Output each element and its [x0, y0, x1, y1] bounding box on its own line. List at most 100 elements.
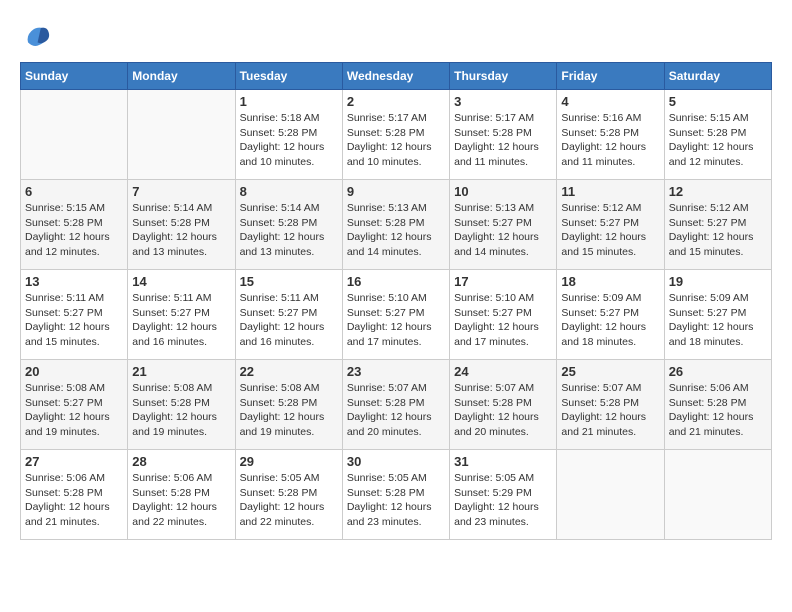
day-detail: Sunrise: 5:07 AM Sunset: 5:28 PM Dayligh… — [454, 381, 552, 440]
day-detail: Sunrise: 5:14 AM Sunset: 5:28 PM Dayligh… — [240, 201, 338, 260]
day-number: 16 — [347, 274, 445, 289]
day-detail: Sunrise: 5:07 AM Sunset: 5:28 PM Dayligh… — [561, 381, 659, 440]
day-detail: Sunrise: 5:17 AM Sunset: 5:28 PM Dayligh… — [347, 111, 445, 170]
day-number: 2 — [347, 94, 445, 109]
day-detail: Sunrise: 5:18 AM Sunset: 5:28 PM Dayligh… — [240, 111, 338, 170]
day-detail: Sunrise: 5:06 AM Sunset: 5:28 PM Dayligh… — [132, 471, 230, 530]
day-detail: Sunrise: 5:11 AM Sunset: 5:27 PM Dayligh… — [25, 291, 123, 350]
day-detail: Sunrise: 5:08 AM Sunset: 5:28 PM Dayligh… — [132, 381, 230, 440]
calendar-cell: 8 Sunrise: 5:14 AM Sunset: 5:28 PM Daylig… — [235, 180, 342, 270]
day-detail: Sunrise: 5:07 AM Sunset: 5:28 PM Dayligh… — [347, 381, 445, 440]
day-number: 3 — [454, 94, 552, 109]
day-number: 31 — [454, 454, 552, 469]
calendar-cell: 12Sunrise: 5:12 AM Sunset: 5:27 PM Dayli… — [664, 180, 771, 270]
day-number: 18 — [561, 274, 659, 289]
calendar-week-0: 1 Sunrise: 5:18 AM Sunset: 5:28 PM Daylig… — [21, 90, 772, 180]
weekday-saturday: Saturday — [664, 63, 771, 90]
day-number: 1 — [240, 94, 338, 109]
day-detail: Sunrise: 5:05 AM Sunset: 5:29 PM Dayligh… — [454, 471, 552, 530]
day-number: 9 — [347, 184, 445, 199]
calendar-cell: 23 Sunrise: 5:07 AM Sunset: 5:28 PM Dayli… — [342, 360, 449, 450]
calendar-cell — [557, 450, 664, 540]
day-number: 7 — [132, 184, 230, 199]
day-number: 19 — [669, 274, 767, 289]
calendar-cell: 6 Sunrise: 5:15 AM Sunset: 5:28 PM Daylig… — [21, 180, 128, 270]
day-detail: Sunrise: 5:12 AM Sunset: 5:27 PM Dayligh… — [669, 201, 767, 260]
calendar-table: SundayMondayTuesdayWednesdayThursdayFrid… — [20, 62, 772, 540]
weekday-monday: Monday — [128, 63, 235, 90]
day-detail: Sunrise: 5:14 AM Sunset: 5:28 PM Dayligh… — [132, 201, 230, 260]
day-detail: Sunrise: 5:13 AM Sunset: 5:28 PM Dayligh… — [347, 201, 445, 260]
day-detail: Sunrise: 5:13 AM Sunset: 5:27 PM Dayligh… — [454, 201, 552, 260]
logo-icon — [20, 20, 52, 52]
calendar-cell: 29 Sunrise: 5:05 AM Sunset: 5:28 PM Dayli… — [235, 450, 342, 540]
calendar-cell — [128, 90, 235, 180]
day-detail: Sunrise: 5:11 AM Sunset: 5:27 PM Dayligh… — [240, 291, 338, 350]
day-detail: Sunrise: 5:09 AM Sunset: 5:27 PM Dayligh… — [669, 291, 767, 350]
calendar-cell: 21 Sunrise: 5:08 AM Sunset: 5:28 PM Dayli… — [128, 360, 235, 450]
day-number: 26 — [669, 364, 767, 379]
calendar-cell: 5Sunrise: 5:15 AM Sunset: 5:28 PM Daylig… — [664, 90, 771, 180]
calendar-cell: 4 Sunrise: 5:16 AM Sunset: 5:28 PM Daylig… — [557, 90, 664, 180]
day-number: 24 — [454, 364, 552, 379]
calendar-cell: 9 Sunrise: 5:13 AM Sunset: 5:28 PM Daylig… — [342, 180, 449, 270]
day-detail: Sunrise: 5:09 AM Sunset: 5:27 PM Dayligh… — [561, 291, 659, 350]
calendar-cell: 22Sunrise: 5:08 AM Sunset: 5:28 PM Dayli… — [235, 360, 342, 450]
calendar-cell: 26 Sunrise: 5:06 AM Sunset: 5:28 PM Dayli… — [664, 360, 771, 450]
calendar-cell — [664, 450, 771, 540]
day-number: 21 — [132, 364, 230, 379]
calendar-cell: 24 Sunrise: 5:07 AM Sunset: 5:28 PM Dayli… — [450, 360, 557, 450]
calendar-cell: 17Sunrise: 5:10 AM Sunset: 5:27 PM Dayli… — [450, 270, 557, 360]
weekday-friday: Friday — [557, 63, 664, 90]
calendar-cell: 15 Sunrise: 5:11 AM Sunset: 5:27 PM Dayli… — [235, 270, 342, 360]
calendar-cell: 18 Sunrise: 5:09 AM Sunset: 5:27 PM Dayli… — [557, 270, 664, 360]
day-detail: Sunrise: 5:08 AM Sunset: 5:27 PM Dayligh… — [25, 381, 123, 440]
calendar-cell: 14 Sunrise: 5:11 AM Sunset: 5:27 PM Dayli… — [128, 270, 235, 360]
day-number: 11 — [561, 184, 659, 199]
calendar-cell: 19 Sunrise: 5:09 AM Sunset: 5:27 PM Dayli… — [664, 270, 771, 360]
calendar-cell: 2 Sunrise: 5:17 AM Sunset: 5:28 PM Daylig… — [342, 90, 449, 180]
calendar-week-2: 13Sunrise: 5:11 AM Sunset: 5:27 PM Dayli… — [21, 270, 772, 360]
calendar-week-4: 27 Sunrise: 5:06 AM Sunset: 5:28 PM Dayli… — [21, 450, 772, 540]
day-number: 8 — [240, 184, 338, 199]
day-detail: Sunrise: 5:16 AM Sunset: 5:28 PM Dayligh… — [561, 111, 659, 170]
calendar-cell: 28 Sunrise: 5:06 AM Sunset: 5:28 PM Dayli… — [128, 450, 235, 540]
day-number: 27 — [25, 454, 123, 469]
day-detail: Sunrise: 5:08 AM Sunset: 5:28 PM Dayligh… — [240, 381, 338, 440]
weekday-sunday: Sunday — [21, 63, 128, 90]
calendar-cell: 13Sunrise: 5:11 AM Sunset: 5:27 PM Dayli… — [21, 270, 128, 360]
day-number: 28 — [132, 454, 230, 469]
day-number: 15 — [240, 274, 338, 289]
calendar-week-3: 20 Sunrise: 5:08 AM Sunset: 5:27 PM Dayli… — [21, 360, 772, 450]
page-header — [20, 20, 772, 52]
day-number: 10 — [454, 184, 552, 199]
day-number: 30 — [347, 454, 445, 469]
day-number: 17 — [454, 274, 552, 289]
calendar-cell: 31 Sunrise: 5:05 AM Sunset: 5:29 PM Dayli… — [450, 450, 557, 540]
day-detail: Sunrise: 5:12 AM Sunset: 5:27 PM Dayligh… — [561, 201, 659, 260]
day-number: 4 — [561, 94, 659, 109]
calendar-cell: 30 Sunrise: 5:05 AM Sunset: 5:28 PM Dayli… — [342, 450, 449, 540]
day-number: 29 — [240, 454, 338, 469]
calendar-cell: 1 Sunrise: 5:18 AM Sunset: 5:28 PM Daylig… — [235, 90, 342, 180]
day-detail: Sunrise: 5:17 AM Sunset: 5:28 PM Dayligh… — [454, 111, 552, 170]
day-detail: Sunrise: 5:05 AM Sunset: 5:28 PM Dayligh… — [347, 471, 445, 530]
day-number: 5 — [669, 94, 767, 109]
calendar-cell: 20 Sunrise: 5:08 AM Sunset: 5:27 PM Dayli… — [21, 360, 128, 450]
weekday-wednesday: Wednesday — [342, 63, 449, 90]
calendar-cell: 16 Sunrise: 5:10 AM Sunset: 5:27 PM Dayli… — [342, 270, 449, 360]
day-detail: Sunrise: 5:06 AM Sunset: 5:28 PM Dayligh… — [669, 381, 767, 440]
logo — [20, 20, 56, 52]
day-detail: Sunrise: 5:15 AM Sunset: 5:28 PM Dayligh… — [25, 201, 123, 260]
day-number: 20 — [25, 364, 123, 379]
day-detail: Sunrise: 5:06 AM Sunset: 5:28 PM Dayligh… — [25, 471, 123, 530]
day-number: 23 — [347, 364, 445, 379]
day-detail: Sunrise: 5:10 AM Sunset: 5:27 PM Dayligh… — [347, 291, 445, 350]
day-number: 6 — [25, 184, 123, 199]
day-number: 25 — [561, 364, 659, 379]
calendar-cell: 25 Sunrise: 5:07 AM Sunset: 5:28 PM Dayli… — [557, 360, 664, 450]
day-detail: Sunrise: 5:11 AM Sunset: 5:27 PM Dayligh… — [132, 291, 230, 350]
day-detail: Sunrise: 5:05 AM Sunset: 5:28 PM Dayligh… — [240, 471, 338, 530]
day-number: 14 — [132, 274, 230, 289]
calendar-week-1: 6 Sunrise: 5:15 AM Sunset: 5:28 PM Daylig… — [21, 180, 772, 270]
